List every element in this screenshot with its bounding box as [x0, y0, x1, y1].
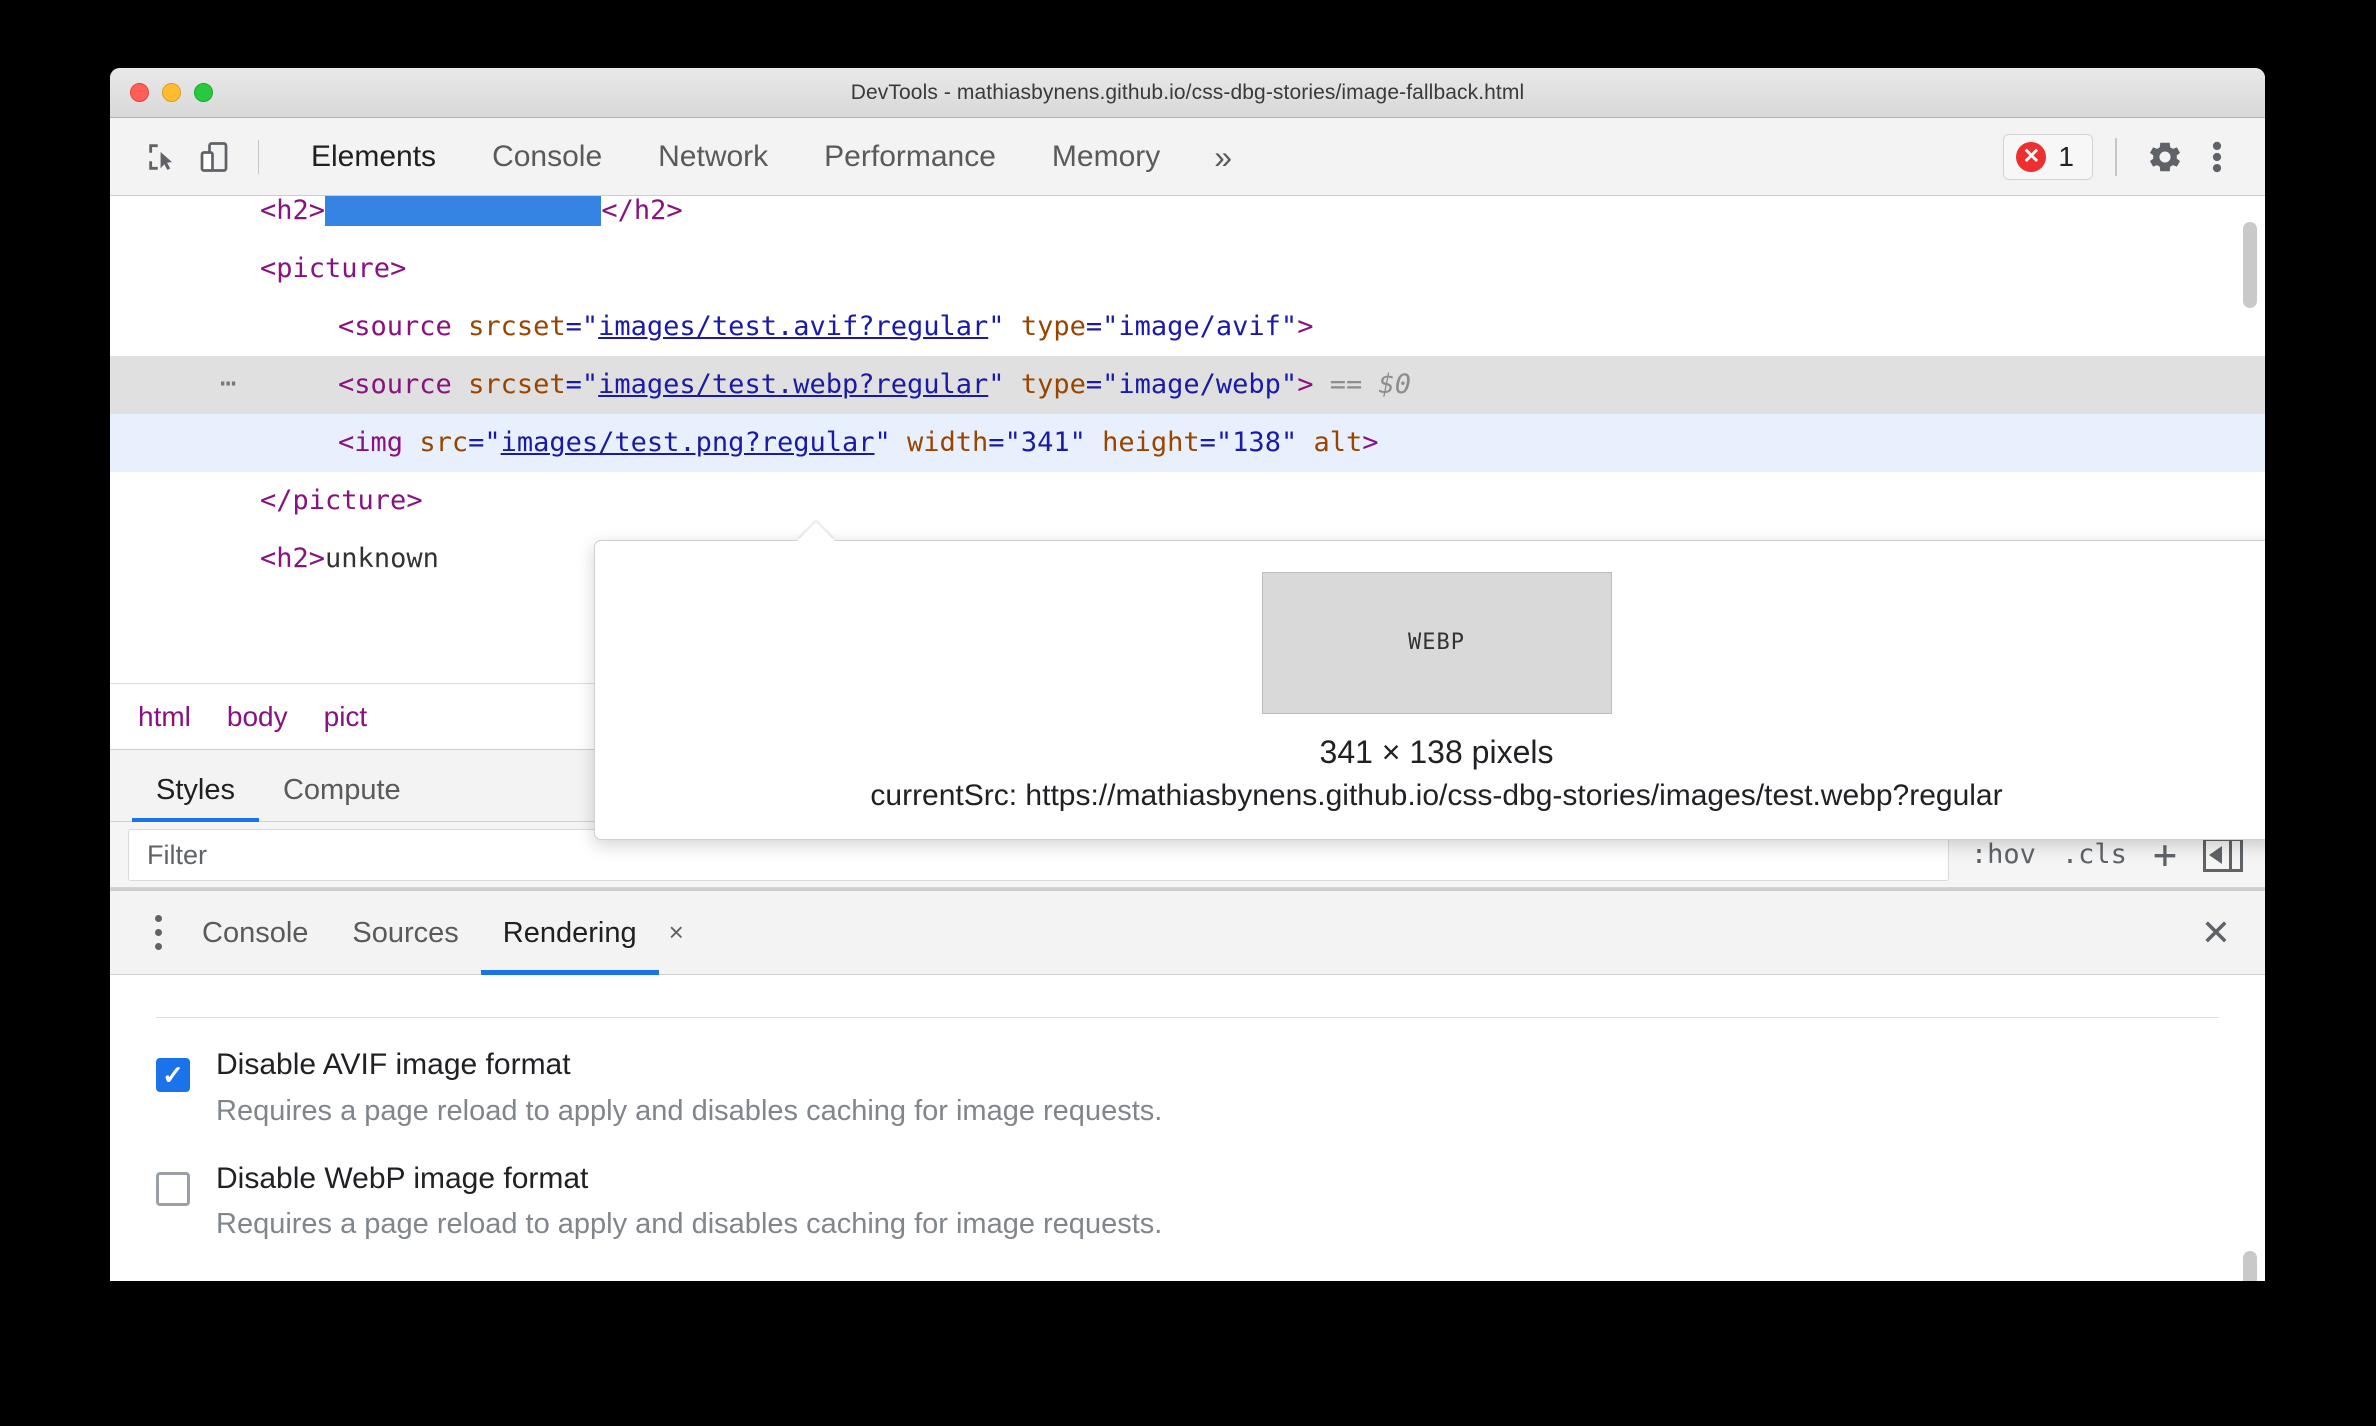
dom-tag-source-webp: source	[354, 369, 452, 400]
setting-disable-webp[interactable]: Disable WebP image format Requires a pag…	[110, 1132, 2265, 1246]
devtools-window: DevTools - mathiasbynens.github.io/css-d…	[110, 68, 2265, 1281]
dom-node-h2-avif-text: AVIF → WebP → PNG	[325, 196, 602, 226]
drawer-tabbar: Console Sources Rendering × ✕	[110, 891, 2265, 975]
hov-button[interactable]: :hov	[1971, 839, 2036, 870]
disable-webp-checkbox[interactable]	[156, 1171, 190, 1206]
close-window-button[interactable]	[130, 83, 149, 102]
dom-node-source-avif[interactable]: <source srcset="images/test.avif?regular…	[110, 298, 2265, 356]
kebab-menu-icon[interactable]	[2191, 131, 2243, 183]
device-toolbar-icon[interactable]	[188, 131, 240, 183]
drawer-tab-rendering[interactable]: Rendering	[480, 891, 659, 975]
more-tabs-icon[interactable]: »	[1188, 118, 1254, 196]
selected-node-reference: == $0	[1329, 369, 1411, 400]
image-preview-thumbnail: WEBP	[1261, 571, 1612, 714]
cls-button[interactable]: .cls	[2062, 839, 2127, 870]
attr-height-value: "138"	[1215, 427, 1298, 458]
devtools-drawer: Console Sources Rendering × ✕ ✓ Disable …	[110, 888, 2265, 1281]
dom-tag-h2-unknown: h2	[276, 543, 309, 574]
attr-width: width	[907, 427, 989, 458]
dom-tree[interactable]: <h2>AVIF → WebP → PNG</h2> <picture> <so…	[110, 196, 2265, 588]
toolbar-divider	[258, 139, 259, 174]
disable-avif-label: Disable AVIF image format	[216, 1048, 571, 1081]
attr-type-webp-value: "image/webp"	[1102, 369, 1298, 400]
toolbar-divider-2	[2115, 137, 2117, 176]
panel-tabs: Elements Console Network Performance Mem…	[283, 118, 1254, 196]
setting-disable-avif[interactable]: ✓ Disable AVIF image format Requires a p…	[110, 1018, 2265, 1132]
window-title: DevTools - mathiasbynens.github.io/css-d…	[850, 80, 1525, 104]
attr-src: src	[419, 427, 469, 458]
sidebar-toggle-icon[interactable]	[2203, 837, 2243, 872]
attr-srcset-avif-value[interactable]: images/test.avif?regular	[598, 311, 988, 342]
dom-node-picture-close[interactable]: </picture>	[110, 472, 2265, 530]
tab-memory[interactable]: Memory	[1024, 118, 1188, 196]
attr-type-webp: type	[1020, 369, 1086, 400]
attr-src-value[interactable]: images/test.png?regular	[501, 427, 875, 458]
minimize-window-button[interactable]	[162, 83, 181, 102]
dom-tag-picture: picture	[276, 253, 391, 284]
gear-icon[interactable]	[2139, 131, 2191, 183]
tab-performance[interactable]: Performance	[796, 118, 1024, 196]
dom-node-picture-open[interactable]: <picture>	[110, 240, 2265, 298]
window-controls	[130, 83, 213, 102]
dom-node-h2-avif[interactable]: <h2>AVIF → WebP → PNG</h2>	[110, 196, 2265, 240]
breadcrumb-item-body[interactable]: body	[227, 701, 288, 733]
drawer-tab-console[interactable]: Console	[180, 891, 330, 975]
tab-elements[interactable]: Elements	[283, 118, 464, 196]
dom-tag-source-avif: source	[354, 311, 452, 342]
disable-avif-description: Requires a page reload to apply and disa…	[216, 1094, 1163, 1127]
dom-tag-picture-close: picture	[292, 485, 407, 516]
image-dimensions-text: 341 × 138 pixels	[1319, 733, 1554, 770]
breadcrumb-item-html[interactable]: html	[138, 701, 191, 733]
new-style-rule-button[interactable]: +	[2153, 835, 2177, 875]
tab-styles[interactable]: Styles	[132, 774, 259, 822]
dom-tree-scrollbar[interactable]	[2243, 222, 2257, 308]
maximize-window-button[interactable]	[194, 83, 213, 102]
disable-webp-description: Requires a page reload to apply and disa…	[216, 1208, 1163, 1241]
inspect-element-icon[interactable]	[136, 131, 188, 183]
tab-network[interactable]: Network	[630, 118, 796, 196]
image-preview-tooltip: WEBP 341 × 138 pixels currentSrc: https:…	[594, 540, 2265, 840]
attr-alt: alt	[1313, 427, 1363, 458]
attr-type-avif-value: "image/avif"	[1102, 311, 1298, 342]
breadcrumb-item-picture[interactable]: pict	[324, 701, 368, 733]
styles-filter-actions: :hov .cls +	[1949, 835, 2265, 875]
drawer-menu-icon[interactable]	[136, 915, 180, 950]
drawer-tab-sources[interactable]: Sources	[330, 891, 480, 975]
attr-height: height	[1102, 427, 1200, 458]
devtools-main-toolbar: Elements Console Network Performance Mem…	[110, 118, 2265, 196]
attr-srcset-webp-value[interactable]: images/test.webp?regular	[598, 369, 988, 400]
drawer-scrollbar[interactable]	[2243, 1251, 2257, 1281]
disable-webp-label: Disable WebP image format	[216, 1161, 589, 1195]
attr-type-avif: type	[1020, 311, 1086, 342]
tab-computed[interactable]: Compute	[259, 774, 425, 821]
error-count-badge[interactable]: ✕ 1	[2003, 133, 2093, 180]
window-titlebar: DevTools - mathiasbynens.github.io/css-d…	[110, 68, 2265, 118]
error-icon: ✕	[2016, 141, 2047, 172]
dom-node-more-icon[interactable]: ⋯	[220, 355, 239, 413]
attr-width-value: "341"	[1004, 427, 1086, 458]
disable-avif-checkbox[interactable]: ✓	[156, 1058, 190, 1092]
attr-srcset-avif: srcset	[468, 311, 566, 342]
attr-srcset-webp: srcset	[468, 369, 566, 400]
dom-node-h2-unknown-text: unknown	[325, 543, 439, 574]
dom-tag-img: img	[354, 427, 404, 458]
dom-node-source-webp[interactable]: ⋯ <source srcset="images/test.webp?regul…	[110, 356, 2265, 414]
image-current-src-text: currentSrc: https://mathiasbynens.github…	[870, 778, 2003, 812]
error-count: 1	[2058, 140, 2074, 172]
dom-node-img-png[interactable]: <img src="images/test.png?regular" width…	[110, 414, 2265, 472]
drawer-close-icon[interactable]: ✕	[2201, 912, 2231, 954]
rendering-settings-list: ✓ Disable AVIF image format Requires a p…	[110, 1017, 2265, 1281]
tab-console[interactable]: Console	[464, 118, 630, 196]
